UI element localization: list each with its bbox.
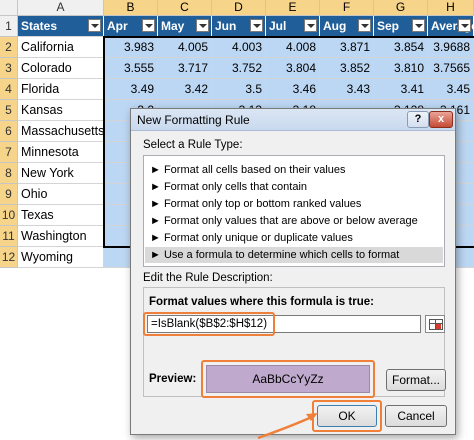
close-button[interactable]: x bbox=[429, 111, 453, 128]
row-header-6[interactable]: 6 bbox=[0, 121, 18, 142]
column-header-e[interactable]: E bbox=[266, 0, 320, 16]
value-cell[interactable]: 3.804 bbox=[266, 58, 320, 79]
preview-label: Preview: bbox=[149, 373, 197, 385]
filter-dropdown-icon[interactable] bbox=[250, 19, 263, 32]
header-text: Jul bbox=[269, 19, 287, 33]
state-cell[interactable]: Wyoming bbox=[18, 247, 104, 268]
new-formatting-rule-dialog: New Formatting Rule ? x Select a Rule Ty… bbox=[130, 108, 456, 435]
state-cell[interactable]: Minnesota bbox=[18, 142, 104, 163]
row-header-9[interactable]: 9 bbox=[0, 184, 18, 205]
header-text: Sep bbox=[377, 19, 400, 33]
state-cell[interactable]: Florida bbox=[18, 79, 104, 100]
table-header-cell[interactable]: Jun bbox=[212, 16, 266, 37]
rule-type-item[interactable]: ► Format only top or bottom ranked value… bbox=[145, 196, 443, 212]
column-header-a[interactable]: A bbox=[18, 0, 104, 16]
edit-rule-description-label: Edit the Rule Description: bbox=[143, 272, 273, 284]
value-cell[interactable]: 3.7565 bbox=[428, 58, 474, 79]
value-cell[interactable]: 3.45 bbox=[428, 79, 474, 100]
format-button[interactable]: Format... bbox=[386, 369, 446, 391]
state-cell[interactable]: Massachusetts bbox=[18, 121, 104, 142]
state-cell[interactable]: California bbox=[18, 37, 104, 58]
table-header-cell[interactable]: Jul bbox=[266, 16, 320, 37]
row-header-1[interactable]: 1 bbox=[0, 16, 18, 37]
column-header-g[interactable]: G bbox=[374, 0, 428, 16]
column-header-d[interactable]: D bbox=[212, 0, 266, 16]
preview-highlight-frame bbox=[201, 360, 375, 398]
row-header-12[interactable]: 12 bbox=[0, 247, 18, 268]
row-header-3[interactable]: 3 bbox=[0, 58, 18, 79]
rule-type-list: ► Format all cells based on their values… bbox=[143, 155, 445, 267]
filter-dropdown-icon[interactable] bbox=[142, 19, 155, 32]
rule-type-item[interactable]: ► Format all cells based on their values bbox=[145, 162, 443, 178]
table-header-cell[interactable]: States bbox=[18, 16, 104, 37]
value-cell[interactable]: 4.008 bbox=[266, 37, 320, 58]
value-cell[interactable]: 3.43 bbox=[320, 79, 374, 100]
rule-type-item[interactable]: ► Format only unique or duplicate values bbox=[145, 230, 443, 246]
column-header-h[interactable]: H bbox=[428, 0, 474, 16]
value-cell[interactable]: 3.717 bbox=[158, 58, 212, 79]
range-picker-icon[interactable] bbox=[425, 315, 445, 333]
table-header-cell[interactable]: Average bbox=[428, 16, 474, 37]
select-all-corner[interactable] bbox=[0, 0, 18, 16]
column-header-f[interactable]: F bbox=[320, 0, 374, 16]
table-header-cell[interactable]: May bbox=[158, 16, 212, 37]
value-cell[interactable]: 3.852 bbox=[320, 58, 374, 79]
value-cell[interactable]: 3.49 bbox=[104, 79, 158, 100]
value-cell[interactable]: 3.810 bbox=[374, 58, 428, 79]
row-header-7[interactable]: 7 bbox=[0, 142, 18, 163]
row-header-5[interactable]: 5 bbox=[0, 100, 18, 121]
filter-dropdown-icon[interactable] bbox=[88, 19, 101, 32]
state-cell[interactable]: Kansas bbox=[18, 100, 104, 121]
header-text: Jun bbox=[215, 19, 237, 33]
formula-label: Format values where this formula is true… bbox=[149, 296, 374, 308]
filter-dropdown-icon[interactable] bbox=[304, 19, 317, 32]
ok-highlight-frame bbox=[312, 400, 382, 432]
help-button[interactable]: ? bbox=[407, 111, 429, 128]
table-header-cell[interactable]: Aug bbox=[320, 16, 374, 37]
header-text: May bbox=[161, 19, 185, 33]
filter-dropdown-icon[interactable] bbox=[196, 19, 209, 32]
value-cell[interactable]: 3.983 bbox=[104, 37, 158, 58]
dialog-titlebar: New Formatting Rule ? x bbox=[131, 109, 455, 131]
row-header-4[interactable]: 4 bbox=[0, 79, 18, 100]
value-cell[interactable]: 3.9688 bbox=[428, 37, 474, 58]
state-cell[interactable]: New York bbox=[18, 163, 104, 184]
value-cell[interactable]: 3.871 bbox=[320, 37, 374, 58]
state-cell[interactable]: Washington bbox=[18, 226, 104, 247]
value-cell[interactable]: 3.42 bbox=[158, 79, 212, 100]
header-text: Aug bbox=[323, 19, 347, 33]
column-header-c[interactable]: C bbox=[158, 0, 212, 16]
row-header-10[interactable]: 10 bbox=[0, 205, 18, 226]
rule-type-item[interactable]: ► Format only cells that contain bbox=[145, 179, 443, 195]
state-cell[interactable]: Colorado bbox=[18, 58, 104, 79]
cancel-button[interactable]: Cancel bbox=[385, 405, 447, 427]
table-header-cell[interactable]: Sep bbox=[374, 16, 428, 37]
header-text: Apr bbox=[107, 19, 128, 33]
value-cell[interactable]: 3.555 bbox=[104, 58, 158, 79]
value-cell[interactable]: 4.003 bbox=[212, 37, 266, 58]
state-cell[interactable]: Texas bbox=[18, 205, 104, 226]
formula-highlight-frame bbox=[143, 312, 275, 336]
filter-dropdown-icon[interactable] bbox=[412, 19, 425, 32]
column-header-b[interactable]: B bbox=[104, 0, 158, 16]
select-rule-type-label: Select a Rule Type: bbox=[143, 139, 243, 151]
value-cell[interactable]: 3.752 bbox=[212, 58, 266, 79]
row-header-8[interactable]: 8 bbox=[0, 163, 18, 184]
row-header-2[interactable]: 2 bbox=[0, 37, 18, 58]
filter-dropdown-icon[interactable] bbox=[458, 19, 471, 32]
header-text: States bbox=[21, 19, 58, 33]
table-header-cell[interactable]: Apr bbox=[104, 16, 158, 37]
value-cell[interactable]: 3.5 bbox=[212, 79, 266, 100]
value-cell[interactable]: 3.46 bbox=[266, 79, 320, 100]
rule-type-item[interactable]: ► Use a formula to determine which cells… bbox=[145, 247, 443, 263]
value-cell[interactable]: 3.41 bbox=[374, 79, 428, 100]
filter-dropdown-icon[interactable] bbox=[358, 19, 371, 32]
row-header-11[interactable]: 11 bbox=[0, 226, 18, 247]
rule-type-item[interactable]: ► Format only values that are above or b… bbox=[145, 213, 443, 229]
value-cell[interactable]: 4.005 bbox=[158, 37, 212, 58]
value-cell[interactable]: 3.854 bbox=[374, 37, 428, 58]
state-cell[interactable]: Ohio bbox=[18, 184, 104, 205]
dialog-title: New Formatting Rule bbox=[137, 113, 250, 127]
